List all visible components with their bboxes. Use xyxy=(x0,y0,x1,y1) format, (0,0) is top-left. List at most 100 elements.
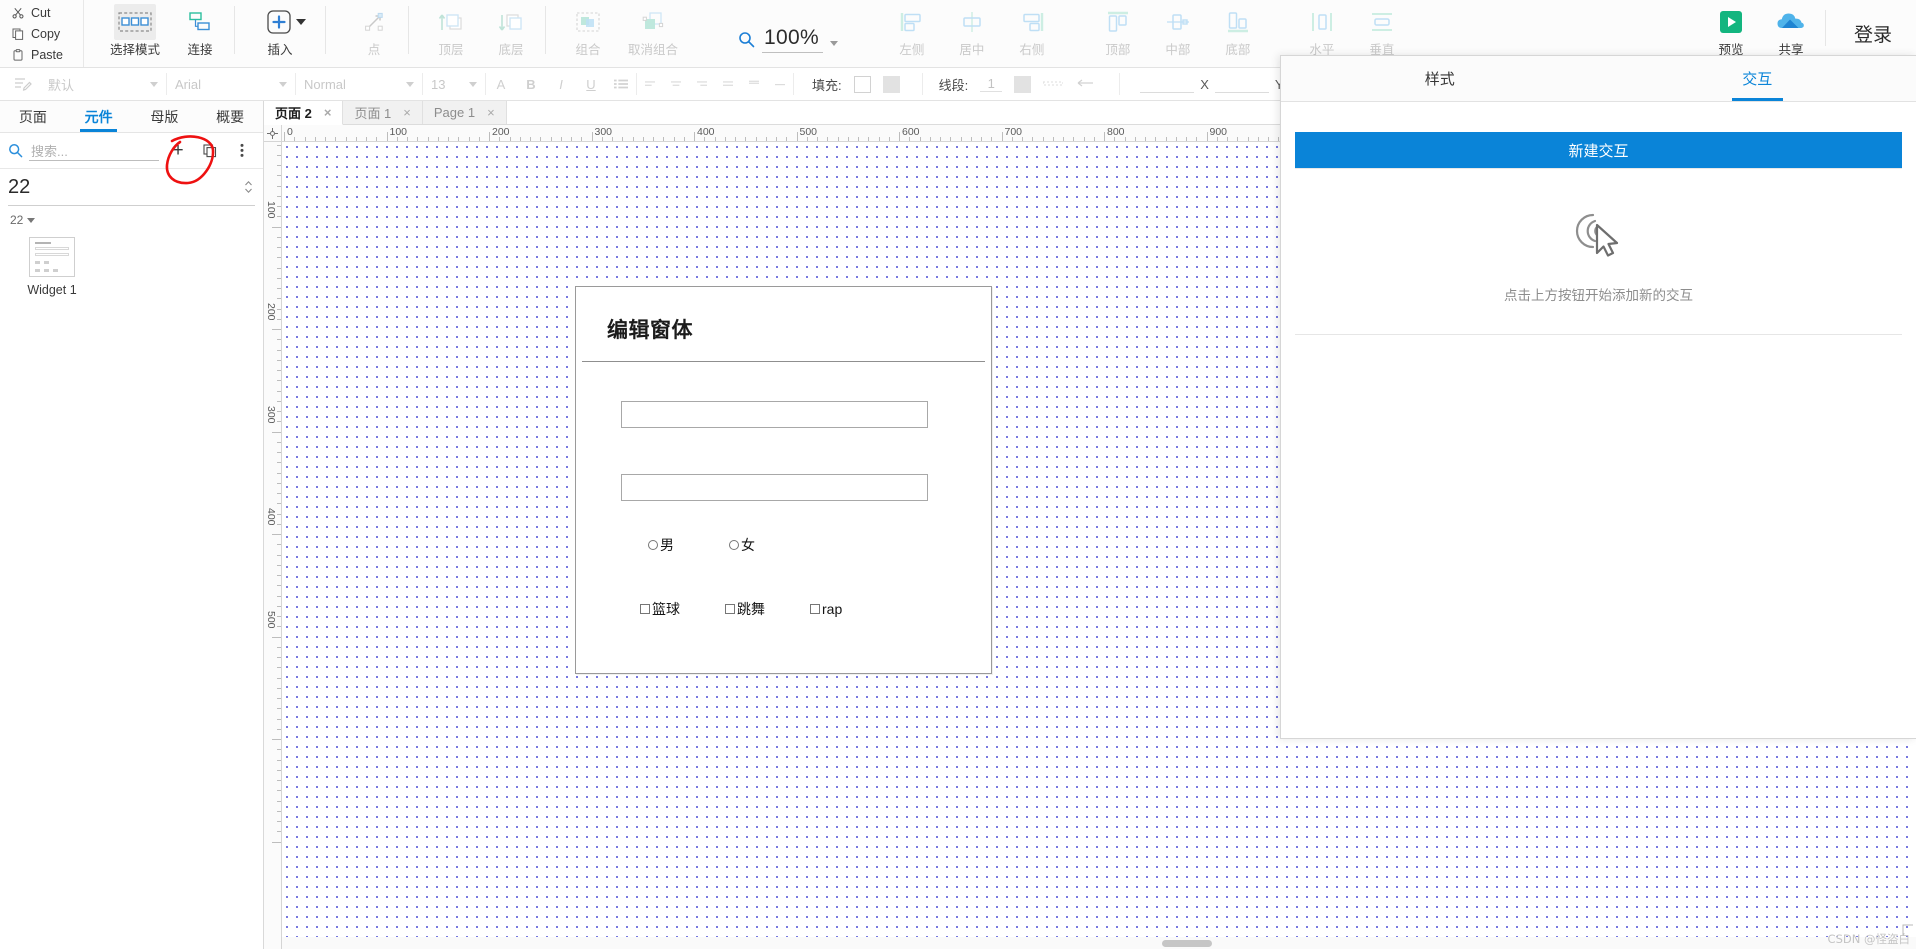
radio-female[interactable]: 女 xyxy=(729,535,755,555)
send-to-back-button[interactable]: 底层 xyxy=(481,0,541,66)
align-text-right-icon[interactable] xyxy=(689,68,715,101)
align-middle-button[interactable]: 中部 xyxy=(1148,0,1208,66)
ruler-tick xyxy=(437,137,439,141)
y-input[interactable] xyxy=(1214,76,1269,93)
x-input[interactable] xyxy=(1140,76,1195,93)
library-stepper[interactable] xyxy=(244,180,255,194)
connect-button[interactable]: 连接 xyxy=(170,0,230,66)
ruler-tick xyxy=(1022,137,1023,141)
tab-pages[interactable]: 页面 xyxy=(0,101,66,132)
radio-male[interactable]: 男 xyxy=(648,535,674,555)
ruler-origin-icon[interactable] xyxy=(264,125,282,141)
duplicate-widget-button[interactable] xyxy=(197,138,223,164)
align-right-button[interactable]: 右侧 xyxy=(1002,0,1062,66)
text-style-select[interactable]: 默认 xyxy=(40,68,166,101)
select-mode-button[interactable]: 选择模式 xyxy=(100,0,170,66)
copy-button[interactable]: Copy xyxy=(8,23,83,44)
line-width-value[interactable]: 1 xyxy=(980,76,1003,92)
radio-female-label: 女 xyxy=(741,537,755,553)
chevron-down-icon xyxy=(296,19,306,25)
italic-icon[interactable]: I xyxy=(546,68,576,101)
widget-label: Widget 1 xyxy=(27,283,77,297)
page-tab-page2[interactable]: 页面 2 × xyxy=(264,101,344,125)
new-interaction-button[interactable]: 新建交互 xyxy=(1295,132,1902,169)
tab-outline[interactable]: 概要 xyxy=(197,101,263,132)
line-control[interactable]: 线段: 1 xyxy=(923,68,1104,101)
close-icon[interactable]: × xyxy=(324,105,332,120)
list-item[interactable]: Widget 1 xyxy=(16,237,88,297)
align-center-button[interactable]: 居中 xyxy=(942,0,1002,66)
checkbox-dance[interactable]: 跳舞 xyxy=(725,599,765,619)
clipboard-group: Cut Copy Paste xyxy=(0,0,84,67)
vertical-ruler[interactable]: 100 200 300 400 500 xyxy=(264,142,282,949)
text-style-icon[interactable] xyxy=(0,68,40,101)
ruler-tick xyxy=(277,708,281,710)
zoom-chevron-down-icon[interactable] xyxy=(829,40,838,46)
line-color-swatch[interactable] xyxy=(1014,75,1032,93)
align-bottom-button[interactable]: 底部 xyxy=(1208,0,1268,66)
tab-masters[interactable]: 母版 xyxy=(132,101,198,132)
align-top-button[interactable]: 顶部 xyxy=(1088,0,1148,66)
align-text-justify-icon[interactable] xyxy=(715,68,741,101)
font-weight-select[interactable]: Normal xyxy=(296,68,422,101)
tab-style[interactable]: 样式 xyxy=(1281,56,1599,101)
paste-button[interactable]: Paste xyxy=(8,44,83,65)
align-text-center-icon[interactable] xyxy=(663,68,689,101)
fill-color-swatch[interactable] xyxy=(853,75,871,93)
select-mode-icon xyxy=(114,4,156,40)
font-size-select[interactable]: 13 xyxy=(423,68,485,101)
bold-icon[interactable]: B xyxy=(516,68,546,101)
font-color-icon[interactable]: A xyxy=(486,68,516,101)
chevron-down-icon xyxy=(406,81,414,87)
second-field[interactable] xyxy=(621,474,928,501)
group-button[interactable]: 组合 xyxy=(558,0,618,66)
fill-gradient-swatch[interactable] xyxy=(882,75,900,93)
fill-control[interactable]: 填充: xyxy=(794,68,908,101)
search-input[interactable]: 搜索... xyxy=(29,140,159,161)
widget-group-header[interactable]: 22 xyxy=(0,206,263,231)
checkbox-rap[interactable]: rap xyxy=(810,599,842,619)
select-mode-label: 选择模式 xyxy=(109,43,160,57)
close-icon[interactable]: × xyxy=(487,105,495,120)
ruler-tick xyxy=(277,616,281,617)
app-window: Cut Copy Paste 选择模式 连接 插入 点 顶层 底层 组合 取消组… xyxy=(0,0,1916,949)
page-tab-page1-en[interactable]: Page 1 × xyxy=(422,101,507,124)
magnifier-icon xyxy=(738,31,755,48)
close-icon[interactable]: × xyxy=(403,105,411,120)
line-arrow-icon[interactable] xyxy=(1075,77,1095,92)
tab-pages-label: 页面 xyxy=(18,108,47,125)
line-style-icon[interactable] xyxy=(1042,77,1064,92)
ruler-tick xyxy=(468,137,470,141)
ungroup-button[interactable]: 取消组合 xyxy=(618,0,688,66)
add-widget-button[interactable]: + xyxy=(165,138,191,164)
ruler-tick xyxy=(868,137,870,141)
horizontal-scrollbar[interactable] xyxy=(282,937,1916,949)
bullet-list-icon[interactable] xyxy=(606,68,636,101)
point-button[interactable]: 点 xyxy=(344,0,404,66)
valign-top-icon[interactable] xyxy=(741,68,767,101)
name-field[interactable] xyxy=(621,401,928,428)
ruler-tick xyxy=(478,137,480,141)
more-options-button[interactable] xyxy=(229,138,255,164)
scrollbar-thumb[interactable] xyxy=(1162,940,1212,947)
edit-form-window[interactable]: 编辑窗体 男 女 篮球 跳舞 rap xyxy=(575,286,992,674)
zoom-control[interactable]: 100% xyxy=(728,0,848,66)
ruler-tick xyxy=(1093,137,1095,141)
checkbox-basketball[interactable]: 篮球 xyxy=(640,599,680,619)
radio-male-label: 男 xyxy=(660,537,674,553)
page-tab-page1[interactable]: 页面 1 × xyxy=(343,101,423,124)
align-left-button[interactable]: 左侧 xyxy=(882,0,942,66)
insert-button[interactable]: 插入 xyxy=(251,0,321,66)
zoom-value[interactable]: 100% xyxy=(762,26,823,53)
align-text-left-icon[interactable] xyxy=(637,68,663,101)
tab-interaction[interactable]: 交互 xyxy=(1599,56,1916,101)
cut-button[interactable]: Cut xyxy=(8,2,83,23)
library-name-field[interactable]: 22 xyxy=(8,169,255,206)
tab-widgets[interactable]: 元件 xyxy=(66,101,132,132)
valign-bottom-icon[interactable] xyxy=(767,68,793,101)
bring-to-front-button[interactable]: 顶层 xyxy=(421,0,481,66)
underline-icon[interactable]: U xyxy=(576,68,606,101)
ruler-tick xyxy=(878,137,880,141)
ruler-tick xyxy=(663,137,665,141)
font-family-select[interactable]: Arial xyxy=(167,68,295,101)
